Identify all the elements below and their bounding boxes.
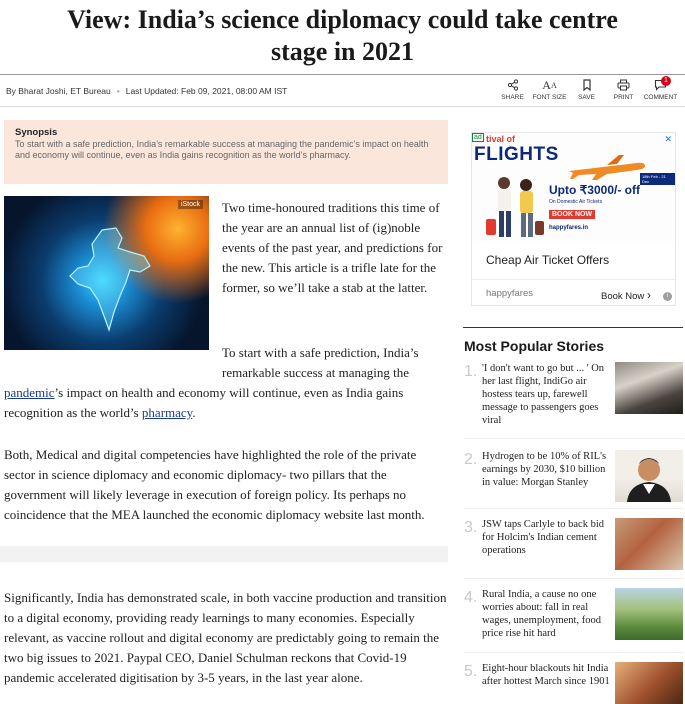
story-thumbnail[interactable] [615,662,683,704]
byline-divider [0,106,685,107]
save-label: SAVE [578,94,595,101]
paragraph-2-rest: pandemic’s impact on health and economy … [4,383,448,423]
hero-image: iStock [4,196,209,350]
ad-offer: Upto ₹3000/- off [549,183,640,197]
story-divider [464,578,684,579]
ad-domestic-note: On Domestic Air Tickets [549,199,603,205]
story-headline[interactable]: Hydrogen to be 10% of RIL's earnings by … [482,450,610,489]
portrait-graphic [627,458,671,502]
story-thumbnail[interactable] [615,588,683,640]
travellers-illustration [486,177,544,237]
story-divider [464,652,684,653]
comment-button[interactable]: 1 COMMENT [642,76,679,101]
sidebar-divider [463,327,683,328]
font-size-icon: AA [542,77,557,92]
ad-festival-text: tival of [486,134,516,144]
byline-author[interactable]: By Bharat Joshi, ET Bureau [6,86,111,96]
print-icon [617,78,630,92]
story-number: 2. [464,451,478,468]
story-headline[interactable]: Eight-hour blackouts hit India after hot… [482,662,610,688]
most-popular-title: Most Popular Stories [464,338,605,354]
ad-book-now-badge[interactable]: BOOK NOW [549,210,596,219]
india-map-graphic [69,227,151,332]
ad-book-now-button[interactable]: Book Now › [601,288,651,302]
comment-count-badge: 1 [661,76,671,86]
story-divider [464,508,684,509]
image-credit: iStock [177,200,203,209]
ad-flights-title: FLIGHTS [474,144,559,165]
paragraph-2-middle: ’s impact on health and economy will con… [4,385,404,420]
story-number: 4. [464,589,478,606]
ad-banner-image[interactable]: tival of FLIGHTS 18th Feb - 21 Dec Upto … [472,133,675,241]
article-actions: SHARE AA FONT SIZE SAVE PRINT 1 COMMENT [494,76,679,102]
story-thumbnail[interactable] [615,362,683,414]
ad-dates: 18th Feb - 21 Dec [640,173,675,185]
paragraph-4: Significantly, India has demonstrated sc… [4,590,447,685]
paragraph-2-end: . [192,405,196,420]
ad-headline[interactable]: Cheap Air Ticket Offers [486,253,609,267]
last-updated: Last Updated: Feb 09, 2021, 08:00 AM IST [125,86,288,96]
ad-cta-label: Book Now [601,291,645,302]
flight-ad[interactable]: tival of FLIGHTS 18th Feb - 21 Dec Upto … [471,132,676,306]
synopsis-text: To start with a safe prediction, India’s… [15,139,429,160]
save-button[interactable]: SAVE [568,78,605,101]
story-number: 5. [464,663,478,680]
share-icon [507,78,519,92]
byline: By Bharat Joshi, ET Bureau • Last Updated:… [6,86,287,96]
story-number: 1. [464,363,478,380]
synopsis-title: Synopsis [15,127,58,138]
paragraph-1: Two time-honoured traditions this time o… [222,200,443,295]
paragraph-3: Both, Medical and digital competencies h… [4,447,425,522]
story-headline[interactable]: JSW taps Carlyle to back bid for Holcim'… [482,518,610,557]
airplane-icon [569,155,645,180]
header-divider [0,74,685,75]
byline-separator: • [116,86,120,96]
ad-divider [472,279,675,280]
bookmark-icon [582,78,592,92]
font-size-label: FONT SIZE [532,94,567,101]
story-number: 3. [464,519,478,536]
ad-label: ad [472,133,484,142]
print-button[interactable]: PRINT [605,78,642,101]
font-size-button[interactable]: AA FONT SIZE [531,77,568,102]
story-headline[interactable]: 'I don't want to go but ... ' On her las… [482,362,610,427]
paragraph-2-start: To start with a safe prediction, India’s… [222,345,419,380]
synopsis-box: Synopsis To start with a safe prediction… [4,120,448,184]
story-thumbnail[interactable] [615,518,683,570]
comment-label: COMMENT [643,94,678,101]
pharmacy-link[interactable]: pharmacy [142,405,192,420]
story-thumbnail[interactable] [615,450,683,502]
share-label: SHARE [501,94,524,101]
print-label: PRINT [613,94,634,101]
article-headline: View: India’s science diplomacy could ta… [67,5,618,66]
inline-ad-placeholder [0,546,448,562]
ad-advertiser: happyfares [486,288,534,299]
share-button[interactable]: SHARE [494,78,531,101]
story-headline[interactable]: Rural India, a cause no one worries abou… [482,588,610,640]
ad-close-icon[interactable]: ✕ [664,134,672,145]
story-divider [464,438,684,439]
pandemic-link[interactable]: pandemic [4,385,55,400]
chevron-right-icon: › [646,288,651,302]
ad-info-icon[interactable]: i [663,292,672,301]
ad-site: happyfares.in [549,225,589,231]
